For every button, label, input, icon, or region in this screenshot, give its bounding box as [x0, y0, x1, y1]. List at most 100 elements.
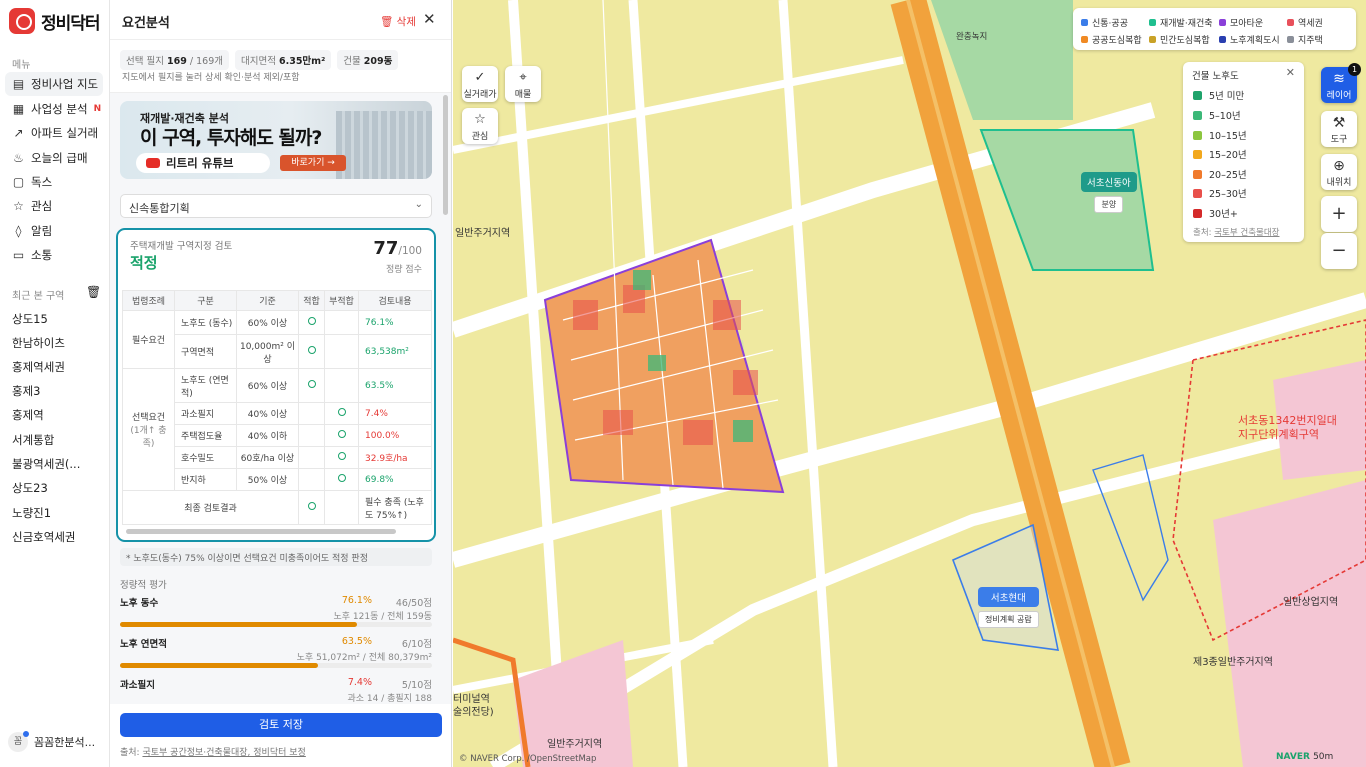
quant-bar [120, 622, 432, 627]
nav-item-deals[interactable]: ♨ 오늘의 급매 [5, 146, 103, 170]
age-item: 30년+ [1193, 206, 1238, 220]
select-value: 신속통합기획 [129, 202, 190, 215]
age-source-link[interactable]: 국토부 건축물대장 [1214, 228, 1279, 238]
group-label-sub: (1개↑ 충족) [130, 426, 167, 449]
recent-item[interactable]: 신금호역세권 [12, 529, 75, 545]
quant-bar [120, 663, 432, 668]
row-name: 주택접도율 [174, 424, 237, 447]
row-value: 100.0% [358, 424, 432, 447]
save-review-button[interactable]: 검토 저장 [120, 713, 442, 737]
site-tag[interactable]: 서초현대 정비계획 공람 [978, 587, 1039, 628]
profile-name: 꼼꼼한분석... [34, 736, 96, 749]
recent-item[interactable]: 홍제역세권 [12, 359, 65, 375]
analysis-panel: 요건분석 🗑 삭제 ✕ 선택 필지 169 / 169개 대지면적 6.35만m… [110, 0, 452, 767]
age-label: 5–10년 [1209, 111, 1241, 122]
nav-item-alerts[interactable]: ◊ 알림 [5, 219, 103, 243]
profile[interactable]: 꼼 꼼꼼한분석... [8, 731, 96, 752]
nav-item-label: 정비사업 지도 [31, 77, 99, 91]
recent-item[interactable]: 한남하이츠 [12, 335, 65, 351]
delete-button[interactable]: 🗑 삭제 [380, 14, 416, 29]
avatar: 꼼 [8, 731, 29, 752]
recent-item[interactable]: 홍제3 [12, 383, 40, 399]
stat-total: / 169개 [189, 56, 223, 67]
quant-detail: 노후 121동 / 전체 159동 [333, 612, 432, 622]
recent-item[interactable]: 서계통합 [12, 432, 54, 448]
tools-button[interactable]: ⚒ 도구 [1321, 111, 1357, 147]
age-label: 10–15년 [1209, 131, 1247, 142]
nav-item-label: 관심 [31, 199, 53, 213]
logo[interactable]: 정비닥터 [9, 8, 101, 34]
row-name: 호수밀도 [174, 446, 237, 469]
recent-item[interactable]: 불광역세권(... [12, 456, 80, 472]
fail-cell [324, 490, 359, 525]
table-scrollbar[interactable] [126, 529, 396, 534]
legend-item[interactable]: 지주택 [1287, 33, 1323, 46]
tool-label: 실거래가 [463, 90, 497, 100]
favorite-tool[interactable]: ☆ 관심 [462, 108, 498, 144]
check-circle-icon [307, 317, 316, 325]
legend-item[interactable]: 재개발·재건축 [1149, 16, 1213, 29]
panel-scrollbar[interactable] [443, 95, 448, 215]
age-item: 15–20년 [1193, 147, 1247, 161]
source-link[interactable]: 국토부 공간정보·건축물대장, 정비닥터 보정 [142, 748, 305, 758]
legend-item[interactable]: 노후계획도시 [1219, 33, 1280, 46]
age-swatch [1193, 169, 1202, 179]
nav-section-menu: 메뉴 [12, 60, 31, 71]
recent-item[interactable]: 상도23 [12, 480, 48, 496]
col-header: 법령조례 [122, 290, 175, 311]
legend-item[interactable]: 민간도심복합 [1149, 33, 1210, 46]
recent-item[interactable]: 상도15 [12, 311, 48, 327]
ok-cell [298, 368, 325, 403]
map[interactable]: 완충녹지 일반주거지역 서초동1342번지일대 지구단위계획구역 일반상업지역 … [453, 0, 1366, 767]
legend-item[interactable]: 공공도심복합 [1081, 33, 1142, 46]
naver-text: NAVER [1276, 752, 1310, 762]
promo-banner[interactable]: 재개발·재건축 분석 이 구역, 투자해도 될까? 리트리 유튜브 바로가기 → [120, 101, 432, 179]
left-nav: 정비닥터 메뉴 ▤ 정비사업 지도 ▦ 사업성 분석 N ↗ 아파트 실거래 ♨ 오늘의 … [0, 0, 110, 767]
close-icon[interactable]: ✕ [423, 10, 436, 28]
recent-item[interactable]: 노량진1 [12, 505, 51, 521]
plan-type-select[interactable]: 신속통합기획 ⌄ [120, 194, 432, 218]
recent-item[interactable]: 홍제역 [12, 407, 44, 423]
age-label: 15–20년 [1209, 150, 1247, 161]
map-label: 제3종일반주거지역 [1193, 657, 1273, 668]
bell-icon: ◊ [15, 223, 22, 238]
stat-value: 6.35만m² [278, 56, 326, 67]
legend-item[interactable]: 역세권 [1287, 16, 1323, 29]
stat-selected: 선택 필지 169 / 169개 [120, 50, 229, 70]
zoom-in-button[interactable]: + [1321, 196, 1357, 232]
final-label: 최종 검토결과 [122, 490, 299, 525]
score-label: 정량 점수 [386, 265, 422, 275]
youtube-label: 리트리 유튜브 [166, 156, 234, 170]
tool-label: 매물 [514, 90, 532, 100]
nav-item-trades[interactable]: ↗ 아파트 실거래 [5, 121, 103, 145]
close-icon[interactable]: ✕ [1286, 66, 1295, 79]
nav-item-map[interactable]: ▤ 정비사업 지도 [5, 72, 103, 96]
score: 77/100 [373, 238, 422, 259]
row-value: 69.8% [358, 468, 432, 491]
legend-swatch [1081, 36, 1088, 43]
nav-item-docs[interactable]: ▢ 독스 [5, 170, 103, 194]
site-tag[interactable]: 서초신동아 분양 [1081, 172, 1137, 213]
fail-cell [324, 334, 359, 369]
nav-item-community[interactable]: ▭ 소통 [5, 243, 103, 267]
criteria-note: * 노후도(동수) 75% 이상이면 선택요건 미충족이어도 적정 판정 [120, 548, 432, 566]
real-price-tool[interactable]: ✓ 실거래가 [462, 66, 498, 102]
quant-points: 6/10점 [401, 639, 432, 650]
legend-item[interactable]: 모아타운 [1219, 16, 1263, 29]
nav-item-favorites[interactable]: ☆ 관심 [5, 194, 103, 218]
legend-item[interactable]: 신통·공공 [1081, 16, 1128, 29]
listing-tool[interactable]: ⌖ 매물 [505, 66, 541, 102]
nav-item-analysis[interactable]: ▦ 사업성 분석 N [5, 97, 103, 121]
zoom-out-button[interactable]: − [1321, 233, 1357, 269]
row-criteria: 60호/ha 이상 [236, 446, 299, 469]
score-max: /100 [398, 245, 422, 257]
nav-item-label: 사업성 분석 [31, 102, 88, 116]
banner-go-button[interactable]: 바로가기 → [280, 155, 346, 171]
trash-icon[interactable]: 🗑 [86, 285, 101, 299]
age-swatch [1193, 188, 1202, 198]
age-item: 10–15년 [1193, 128, 1247, 142]
final-value: 필수 충족 (노후도 75%↑) [358, 490, 432, 525]
score-value: 77 [373, 238, 399, 259]
source-prefix: 출처: [120, 748, 140, 758]
my-location-button[interactable]: ⊕ 내위치 [1321, 154, 1357, 190]
